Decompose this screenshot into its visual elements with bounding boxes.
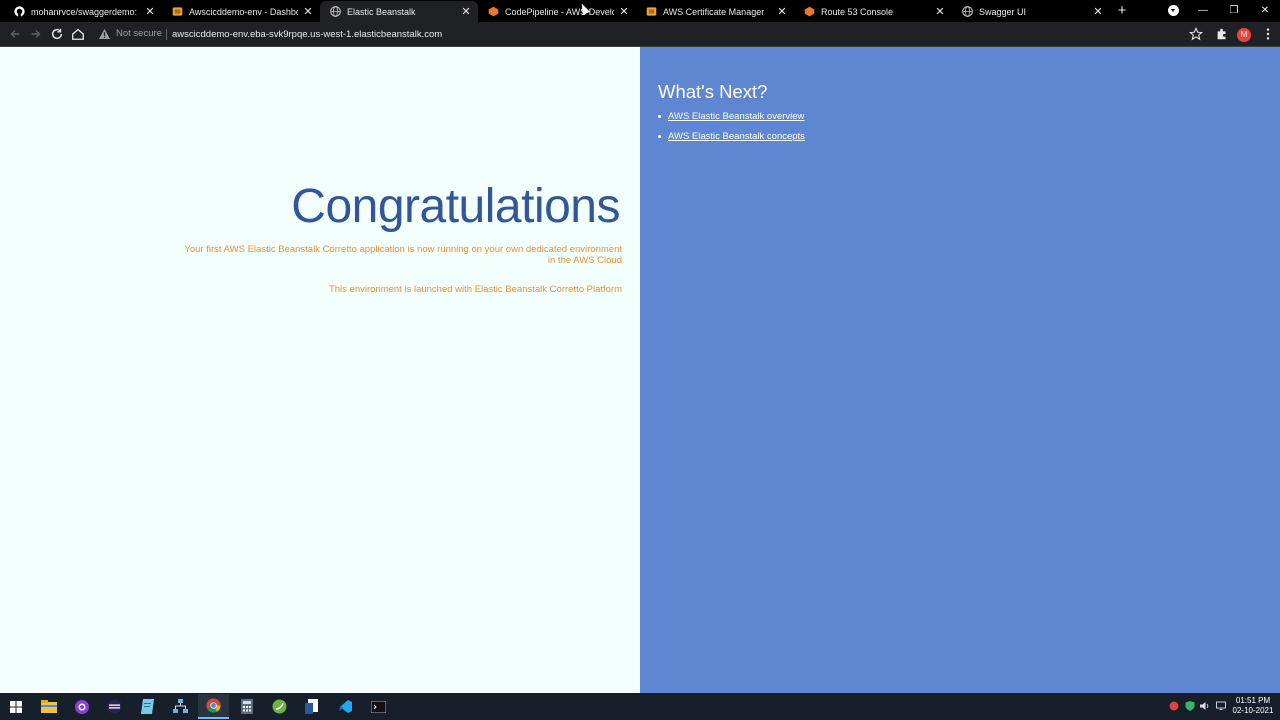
tab-awscicddemo-dashboard[interactable]: Awscicddemo-env - Dashboard ✕ — [162, 1, 320, 22]
profile-avatar[interactable]: M — [1237, 28, 1251, 42]
close-icon[interactable]: ✕ — [460, 5, 472, 18]
record-icon[interactable] — [1169, 701, 1179, 711]
divider — [166, 29, 167, 40]
bookmark-star-icon[interactable] — [1189, 27, 1203, 41]
address-bar[interactable]: Not secure awscicddemo-env.eba-svk9rpqe.… — [93, 24, 1208, 45]
forward-icon[interactable] — [29, 27, 43, 41]
menu-kebab-icon[interactable] — [1261, 27, 1275, 41]
browser-toolbar: Not secure awscicddemo-env.eba-svk9rpqe.… — [0, 22, 1280, 47]
tab-route53[interactable]: Route 53 Console ✕ — [794, 1, 952, 22]
close-window-button[interactable]: ✕ — [1250, 2, 1280, 20]
terminal-icon[interactable] — [363, 694, 394, 719]
close-icon[interactable]: ✕ — [618, 5, 630, 18]
aws-orange-icon — [488, 6, 499, 17]
tab-title: mohanrvce/swaggerdemo: swag — [31, 6, 140, 17]
concepts-link[interactable]: AWS Elastic Beanstalk concepts — [668, 131, 805, 142]
tab-title: CodePipeline - AWS Developer T — [505, 6, 614, 17]
close-icon[interactable]: ✕ — [144, 5, 156, 18]
tab-title: Route 53 Console — [821, 6, 894, 17]
document-icon[interactable] — [297, 694, 328, 719]
tab-title: Swagger UI — [979, 6, 1027, 17]
overview-link[interactable]: AWS Elastic Beanstalk overview — [668, 111, 804, 122]
extensions-puzzle-icon[interactable] — [1215, 27, 1229, 41]
home-icon[interactable] — [71, 27, 85, 41]
platform-paragraph: This environment is launched with Elasti… — [328, 284, 622, 295]
tab-swagger-ui[interactable]: Swagger UI ✕ — [952, 1, 1110, 22]
next-links-list: AWS Elastic Beanstalk overview AWS Elast… — [658, 111, 805, 151]
browser-tab-strip: mohanrvce/swaggerdemo: swag ✕ Awscicddem… — [0, 0, 1280, 22]
tab-certificate-manager[interactable]: AWS Certificate Manager ✕ — [636, 1, 794, 22]
security-shield-icon[interactable] — [1185, 701, 1195, 711]
clock-date: 02-10-2021 — [1232, 706, 1274, 715]
reload-icon[interactable] — [50, 27, 64, 41]
restore-button[interactable]: ❐ — [1219, 2, 1249, 20]
tab-search-icon[interactable] — [1168, 5, 1179, 16]
minimize-button[interactable]: — — [1188, 2, 1218, 20]
network-icon[interactable] — [165, 694, 196, 719]
tab-github[interactable]: mohanrvce/swaggerdemo: swag ✕ — [4, 1, 162, 22]
windows-start-icon[interactable] — [0, 694, 31, 719]
network-tray-icon[interactable] — [1216, 701, 1226, 711]
chrome-icon[interactable] — [198, 694, 229, 719]
aws-orange-icon — [804, 6, 815, 17]
eclipse-icon[interactable] — [99, 694, 130, 719]
globe-icon — [962, 6, 973, 17]
windows-taskbar: 01:51 PM 02-10-2021 — [0, 693, 1280, 720]
close-icon[interactable]: ✕ — [776, 5, 788, 18]
list-item: AWS Elastic Beanstalk concepts — [658, 131, 805, 142]
github-desktop-icon[interactable] — [66, 694, 97, 719]
left-panel: Congratulations Your first AWS Elastic B… — [0, 47, 640, 693]
close-icon[interactable]: ✕ — [1092, 5, 1104, 18]
notepad-icon[interactable] — [132, 694, 163, 719]
volume-icon[interactable] — [1200, 701, 1210, 711]
file-explorer-icon[interactable] — [33, 694, 64, 719]
security-indicator[interactable]: Not secure — [99, 28, 162, 39]
tab-title: Elastic Beanstalk — [347, 6, 416, 17]
taskbar-clock[interactable]: 01:51 PM 02-10-2021 — [1228, 696, 1278, 716]
whats-next-heading: What's Next? — [658, 81, 768, 102]
warning-icon — [99, 28, 110, 39]
intro-paragraph: Your first AWS Elastic Beanstalk Corrett… — [184, 244, 622, 266]
tab-title: AWS Certificate Manager — [663, 6, 765, 17]
tab-elastic-beanstalk[interactable]: Elastic Beanstalk ✕ — [320, 1, 478, 22]
right-panel: What's Next? AWS Elastic Beanstalk overv… — [640, 47, 1280, 693]
new-tab-button[interactable]: + — [1114, 3, 1130, 19]
web-page: Congratulations Your first AWS Elastic B… — [0, 47, 1280, 693]
aws-box-icon — [172, 7, 183, 16]
vscode-icon[interactable] — [330, 694, 361, 719]
list-item: AWS Elastic Beanstalk overview — [658, 111, 805, 122]
spring-tools-icon[interactable] — [264, 694, 295, 719]
github-icon — [14, 6, 25, 17]
calculator-icon[interactable] — [231, 694, 262, 719]
tab-title: Awscicddemo-env - Dashboard — [189, 6, 298, 17]
page-heading: Congratulations — [291, 180, 620, 233]
aws-box-icon — [646, 7, 657, 16]
clock-time: 01:51 PM — [1235, 696, 1271, 705]
back-icon[interactable] — [8, 27, 22, 41]
not-secure-label: Not secure — [116, 28, 162, 39]
url-text[interactable]: awscicddemo-env.eba-svk9rpqe.us-west-1.e… — [172, 29, 442, 40]
close-icon[interactable]: ✕ — [302, 5, 314, 18]
tab-codepipeline[interactable]: CodePipeline - AWS Developer T ✕ — [478, 1, 636, 22]
globe-icon — [330, 6, 341, 17]
close-icon[interactable]: ✕ — [934, 5, 946, 18]
